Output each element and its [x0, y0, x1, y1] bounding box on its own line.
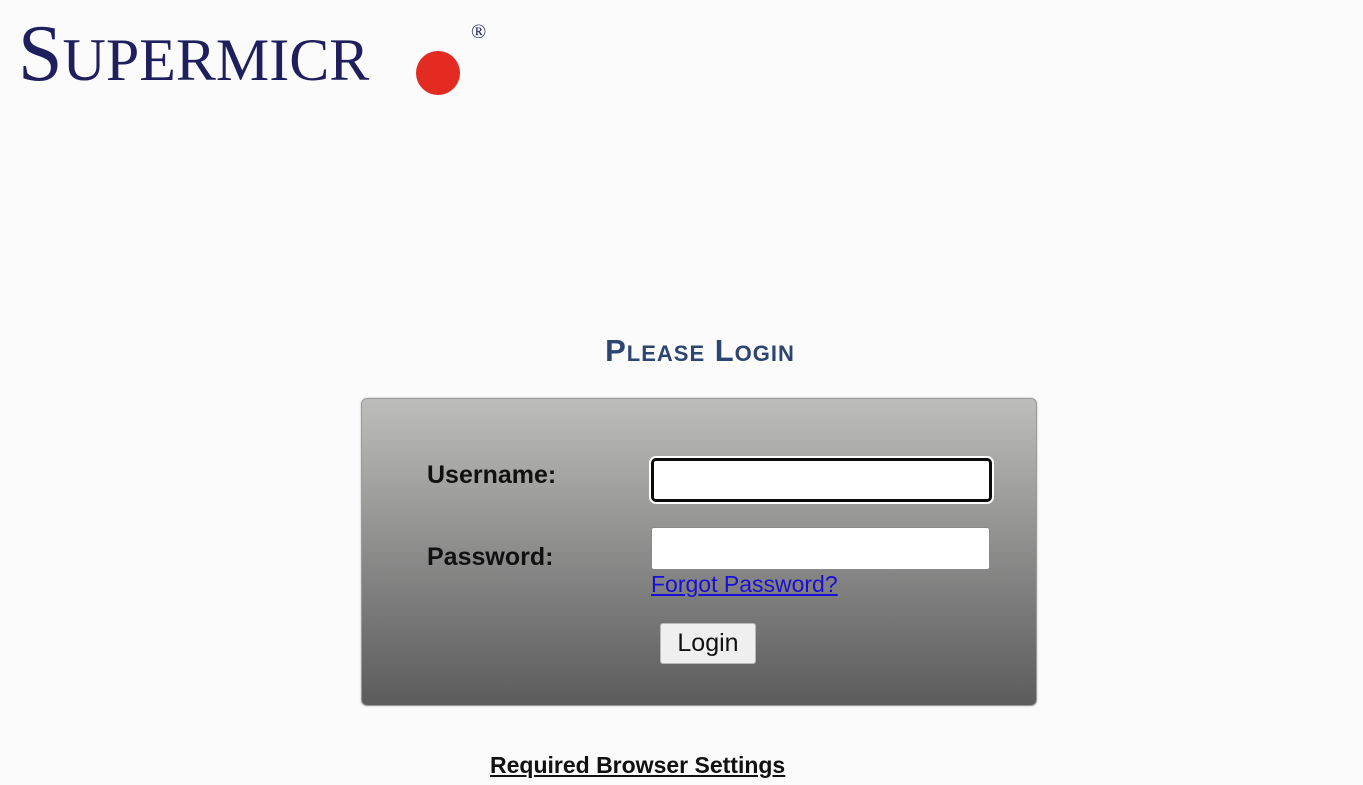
- password-label: Password:: [427, 543, 554, 571]
- logo-wordmark: SUPERMICR: [18, 14, 369, 94]
- login-button[interactable]: Login: [660, 623, 756, 664]
- logo-red-dot-icon: [416, 51, 460, 95]
- logo-registered-mark: ®: [471, 21, 487, 43]
- username-label: Username:: [427, 461, 557, 489]
- username-input[interactable]: [651, 458, 992, 502]
- logo-first-letter: S: [18, 10, 63, 98]
- supermicro-logo: SUPERMICR ®: [18, 14, 488, 95]
- login-page: SUPERMICR ® Please Login Username: Passw…: [0, 0, 1363, 785]
- page-title: Please Login: [605, 333, 795, 368]
- logo-rest-letters: UPERMICR: [62, 27, 370, 93]
- required-browser-settings-link[interactable]: Required Browser Settings: [490, 752, 785, 779]
- forgot-password-link[interactable]: Forgot Password?: [651, 571, 838, 598]
- login-panel: Username: Password: Forgot Password? Log…: [361, 398, 1037, 706]
- password-input[interactable]: [651, 527, 990, 570]
